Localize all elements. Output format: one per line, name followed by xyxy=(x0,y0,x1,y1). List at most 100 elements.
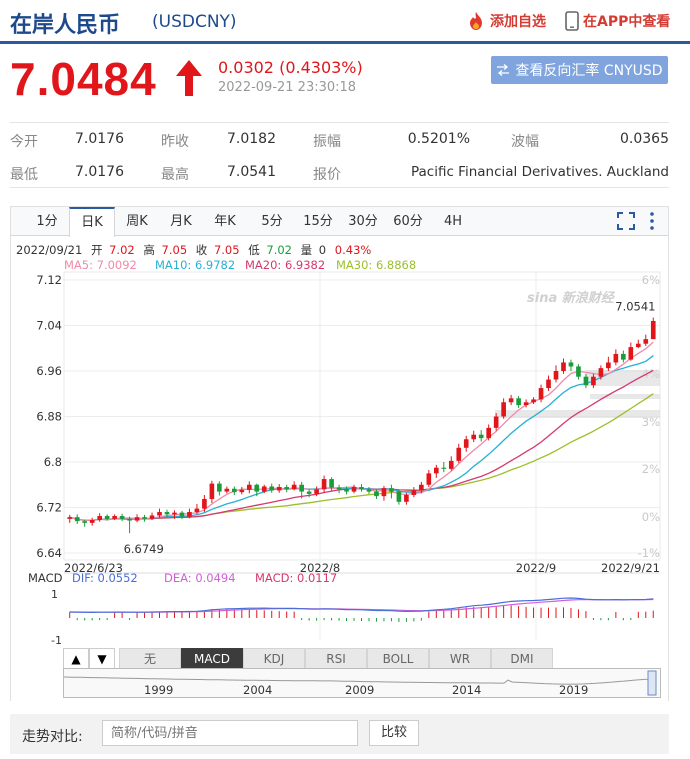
page-title: 在岸人民币 xyxy=(10,13,121,38)
ma20-legend: MA20: 6.9382 xyxy=(245,258,325,272)
candlesticks xyxy=(67,317,656,534)
tab-5min[interactable]: 5分 xyxy=(251,207,293,236)
info-vol: 0 xyxy=(319,243,326,257)
macd-value-legend: MACD: 0.0117 xyxy=(255,571,337,585)
indicator-bar: ▲ ▼ 无 MACD KDJ RSI BOLL WR DMI xyxy=(63,648,661,670)
candle-body xyxy=(224,488,230,492)
tab-4h[interactable]: 4H xyxy=(433,207,473,236)
macd-series xyxy=(69,597,654,622)
stat-label-low: 最低 xyxy=(10,167,38,183)
tab-yearly-k[interactable]: 年K xyxy=(203,207,247,236)
y-tick-label: 6.96 xyxy=(36,364,62,378)
stat-label-prev-close: 昨收 xyxy=(161,134,189,150)
macd-tick-bottom: -1 xyxy=(51,634,62,647)
candle-body xyxy=(650,320,656,340)
navigator-handle[interactable] xyxy=(647,670,657,696)
tab-monthly-k[interactable]: 月K xyxy=(159,207,203,236)
tab-60min[interactable]: 60分 xyxy=(386,207,430,236)
indicator-wr[interactable]: WR xyxy=(429,648,491,669)
candle-body xyxy=(598,368,604,377)
y-tick-label: 6.8 xyxy=(44,455,62,469)
candle-body xyxy=(501,402,506,417)
price-grid xyxy=(63,271,661,640)
flame-icon xyxy=(470,12,482,30)
candle-body xyxy=(374,491,379,497)
macd-dif-legend: DIF: 0.0552 xyxy=(72,571,138,585)
nav-year-2004: 2004 xyxy=(243,683,273,697)
scroll-up-button[interactable]: ▲ xyxy=(63,648,89,669)
compare-button[interactable]: 比较 xyxy=(369,720,419,746)
y-tick-label: 6.88 xyxy=(36,410,62,424)
candle-body xyxy=(546,379,551,389)
candle-body xyxy=(389,488,394,492)
scroll-down-button[interactable]: ▼ xyxy=(89,648,115,669)
nav-year-2009: 2009 xyxy=(345,683,375,697)
more-menu-icon[interactable] xyxy=(648,211,656,231)
indicator-rsi[interactable]: RSI xyxy=(305,648,367,669)
candle-body xyxy=(643,339,649,344)
candle-body xyxy=(606,362,611,369)
open-in-app-label: 在APP中查看 xyxy=(583,14,671,30)
fullscreen-icon[interactable] xyxy=(617,212,635,230)
candle-body xyxy=(336,487,342,490)
phone-icon xyxy=(565,11,579,31)
quote-stats-table: 今开 7.0176 昨收 7.0182 振幅 0.5201% 波幅 0.0365… xyxy=(10,122,669,188)
candle-body xyxy=(82,521,88,523)
ma10-legend: MA10: 6.9782 xyxy=(155,258,235,272)
candle-body xyxy=(209,483,215,499)
tab-1min[interactable]: 1分 xyxy=(25,207,69,236)
candle-body xyxy=(404,494,409,502)
pct-tick-label: 6% xyxy=(642,273,660,287)
candle-body xyxy=(456,447,462,461)
indicator-macd[interactable]: MACD xyxy=(181,648,243,669)
candle-body xyxy=(299,484,304,492)
add-favorite-button[interactable]: 添加自选 xyxy=(466,11,546,31)
tab-15min[interactable]: 15分 xyxy=(296,207,340,236)
candle-body xyxy=(516,398,521,406)
tab-30min[interactable]: 30分 xyxy=(341,207,385,236)
candle-body xyxy=(284,487,290,490)
tab-weekly-k[interactable]: 周K xyxy=(115,207,159,236)
reverse-rate-button[interactable]: 查看反向汇率 CNYUSD xyxy=(491,56,668,84)
info-high: 7.05 xyxy=(162,243,188,257)
candle-body xyxy=(531,399,536,403)
stat-label-range: 波幅 xyxy=(511,134,539,150)
y-tick-label: 6.64 xyxy=(36,546,62,560)
candle-body xyxy=(217,483,222,492)
candle-body xyxy=(463,439,469,448)
nav-year-2019: 2019 xyxy=(559,683,589,697)
candle-body xyxy=(149,515,155,519)
info-high-label: 高 xyxy=(143,243,155,257)
stat-value-quote-source: Pacific Financial Derivatives. Auckland xyxy=(410,164,669,180)
ma30-legend: MA30: 6.8868 xyxy=(336,258,416,272)
compare-input[interactable] xyxy=(102,720,358,746)
info-date: 2022/09/21 xyxy=(16,243,82,257)
nav-year-2014: 2014 xyxy=(452,683,482,697)
current-price: 7.0484 xyxy=(10,53,157,105)
indicator-kdj[interactable]: KDJ xyxy=(243,648,305,669)
watermark: sina 新浪财经 xyxy=(527,290,616,306)
info-low: 7.02 xyxy=(266,243,292,257)
quote-time: 2022-09-21 23:30:18 xyxy=(218,80,357,95)
info-low-label: 低 xyxy=(248,243,260,257)
range-navigator[interactable]: 1999 2004 2009 2014 2019 xyxy=(63,668,661,698)
candle-body xyxy=(621,353,626,360)
stat-value-prev-close: 7.0182 xyxy=(227,131,276,147)
y-axis-labels: 7.12 7.04 6.96 6.88 6.8 6.72 6.64 xyxy=(36,273,62,560)
candle-body xyxy=(538,388,544,400)
indicator-none[interactable]: 无 xyxy=(119,648,181,669)
kline-chart[interactable]: 2022/09/21 开 7.02 高 7.05 收 7.05 低 7.02 量… xyxy=(0,236,690,648)
y-tick-label: 7.04 xyxy=(36,319,62,333)
y-tick-label: 6.72 xyxy=(36,501,62,515)
open-in-app-button[interactable]: 在APP中查看 xyxy=(565,11,670,31)
tab-daily-k[interactable]: 日K xyxy=(69,207,115,237)
indicator-boll[interactable]: BOLL xyxy=(367,648,429,669)
candle-body xyxy=(127,518,132,521)
candle-body xyxy=(89,520,95,523)
reverse-rate-label: 查看反向汇率 CNYUSD xyxy=(515,63,663,79)
candle-body xyxy=(254,484,260,492)
indicator-dmi[interactable]: DMI xyxy=(491,648,553,669)
candle-body xyxy=(381,488,387,497)
info-line: 2022/09/21 开 7.02 高 7.05 收 7.05 低 7.02 量… xyxy=(16,243,371,257)
candle-body xyxy=(493,416,499,428)
